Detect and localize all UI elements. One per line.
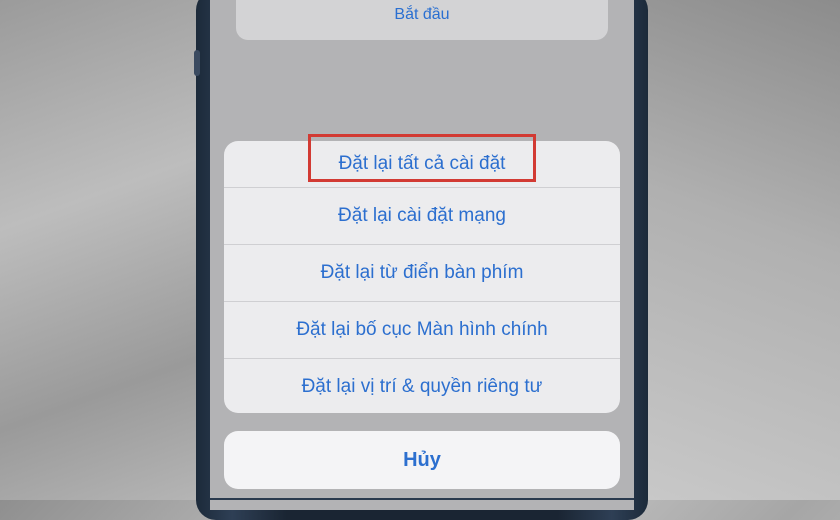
background-right (640, 0, 840, 500)
cancel-button[interactable]: Hủy (224, 431, 620, 489)
phone-side-button (194, 50, 200, 76)
start-card: Bắt đầu (236, 0, 608, 40)
reset-keyboard-dictionary-option[interactable]: Đặt lại từ điển bàn phím (224, 245, 620, 302)
reset-network-settings-option[interactable]: Đặt lại cài đặt mạng (224, 188, 620, 245)
background-left (0, 0, 205, 500)
reset-location-privacy-option[interactable]: Đặt lại vị trí & quyền riêng tư (224, 359, 620, 413)
phone-screen: Bắt đầu Đặt lại tất cả cài đặt Đặt lại c… (210, 0, 634, 510)
start-link[interactable]: Bắt đầu (236, 6, 608, 24)
reset-home-screen-layout-option[interactable]: Đặt lại bố cục Màn hình chính (224, 302, 620, 359)
highlight-annotation-box (308, 134, 536, 182)
